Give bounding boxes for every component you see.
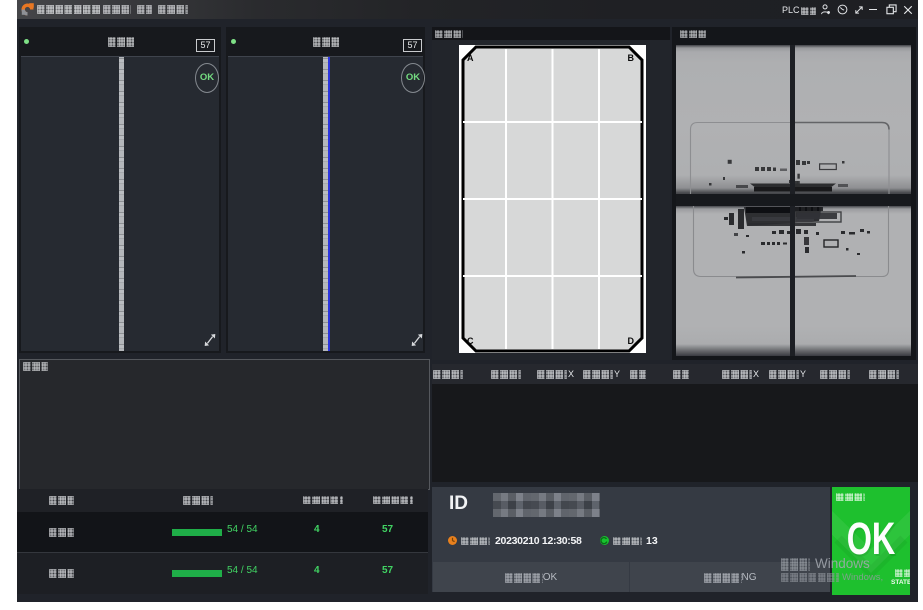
svg-text:A: A (467, 53, 474, 63)
svg-text:D: D (627, 336, 634, 346)
svg-text:B: B (627, 53, 634, 63)
svg-text:C: C (467, 336, 474, 346)
